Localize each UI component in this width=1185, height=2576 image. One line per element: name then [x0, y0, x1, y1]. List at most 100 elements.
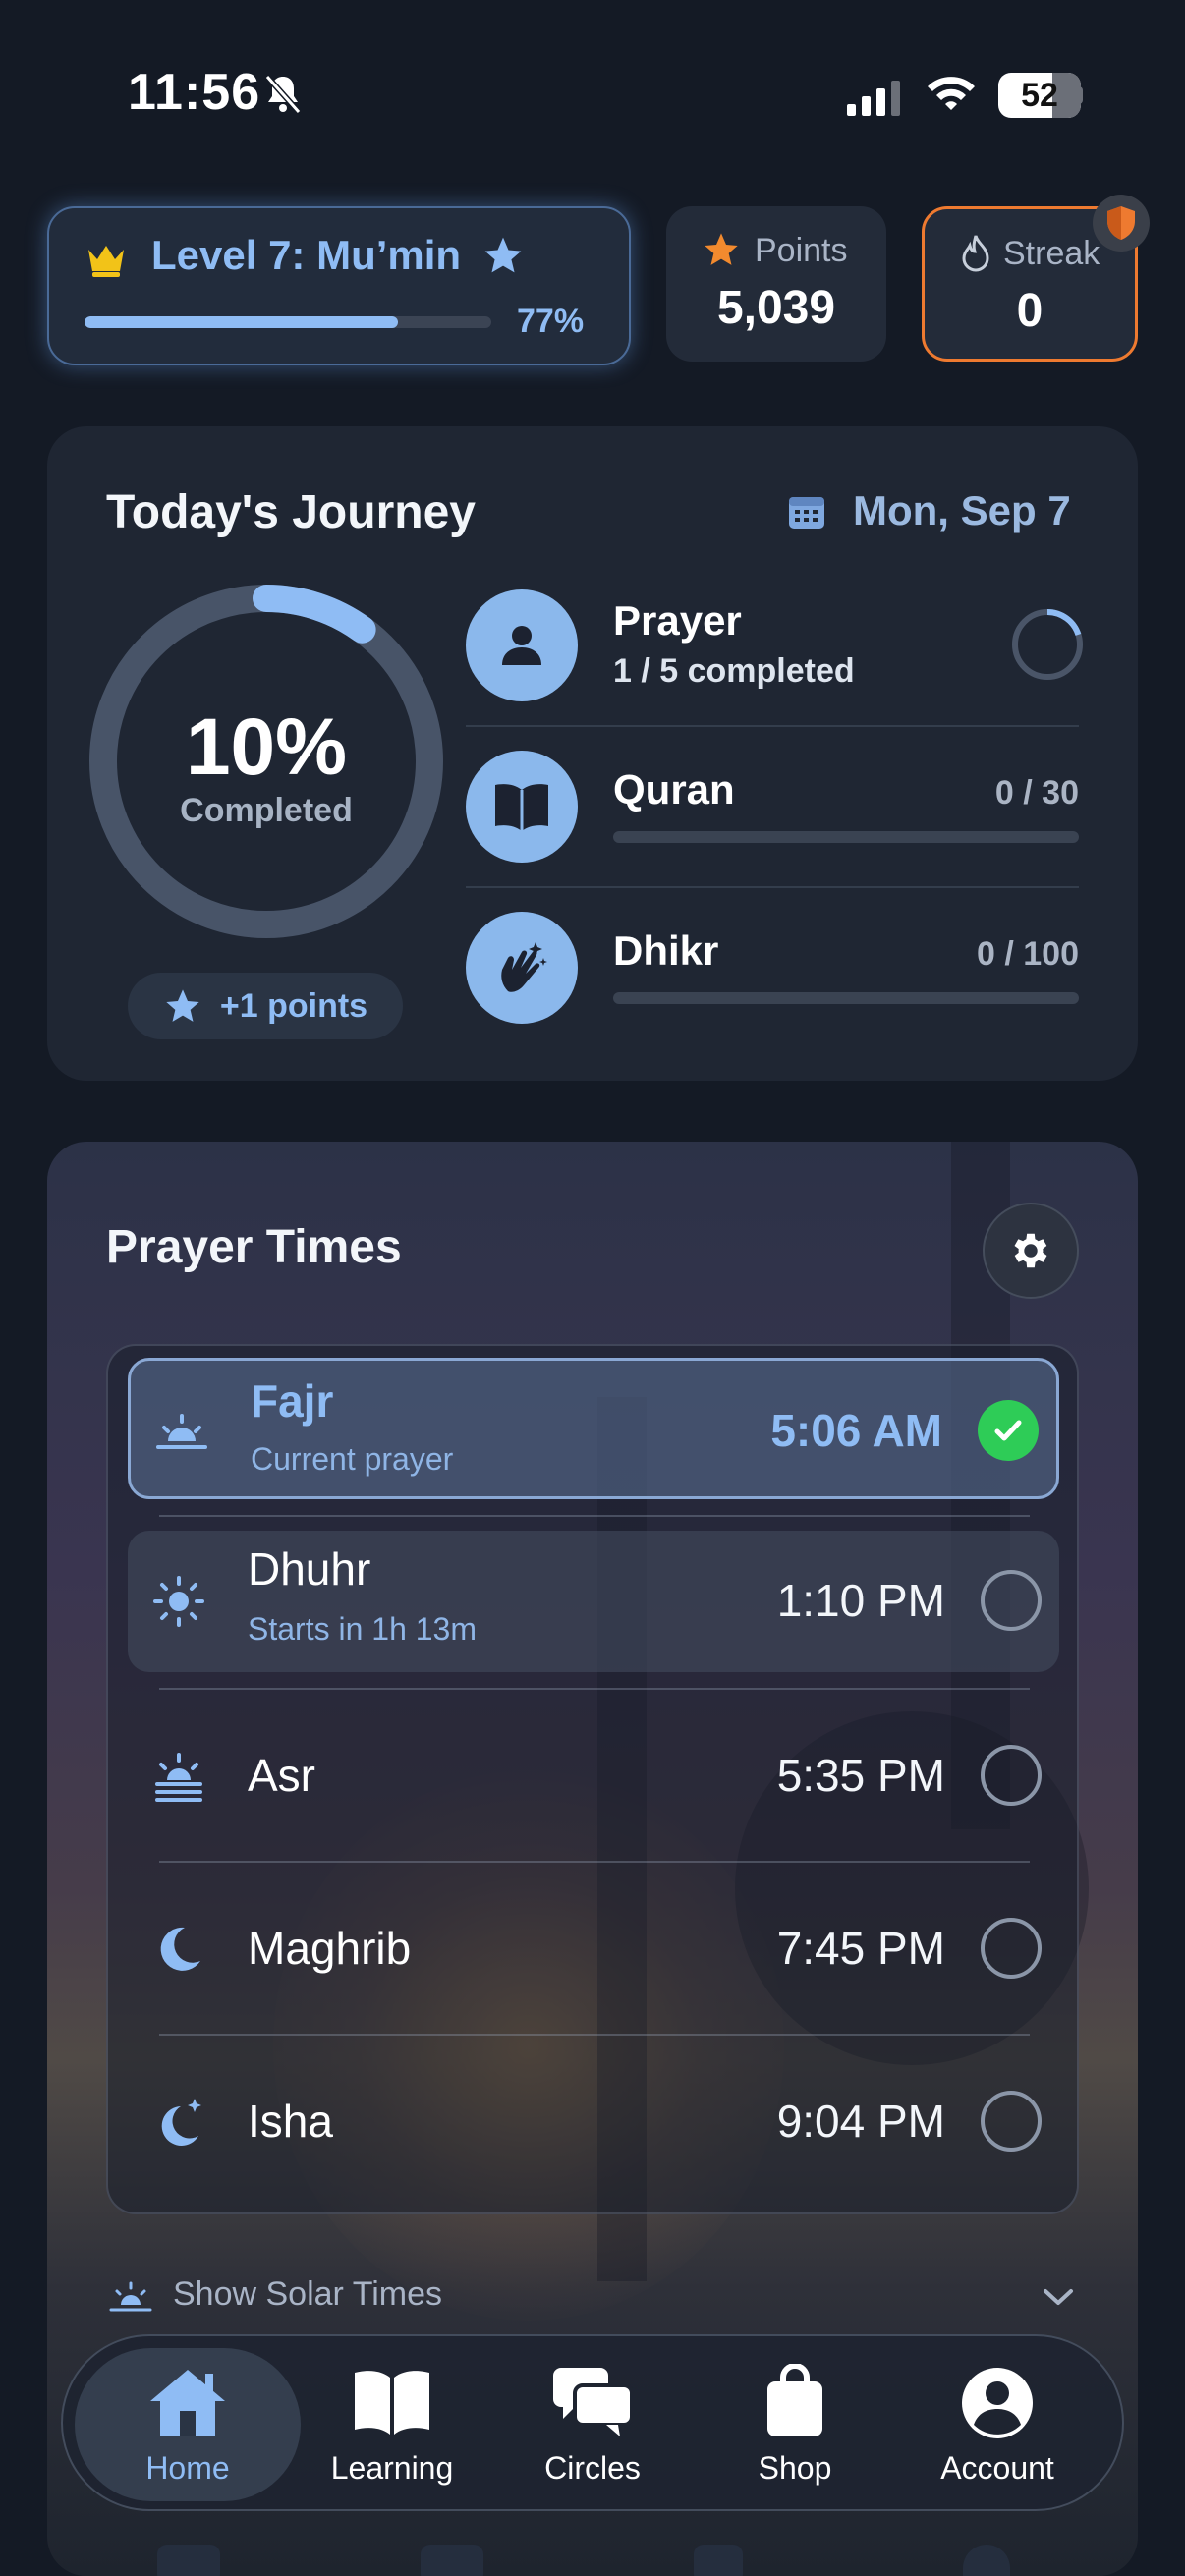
- todays-journey-card: Today's Journey Mon, Sep 7 10% Completed…: [47, 426, 1138, 1081]
- chat-bubbles-icon: [553, 2367, 634, 2436]
- prayer-row-maghrib[interactable]: Maghrib 7:45 PM: [128, 1878, 1059, 2020]
- book-icon: [355, 2370, 429, 2435]
- bell-muted-icon: [264, 75, 302, 114]
- scrolled-content-hint: [157, 2545, 220, 2576]
- prayer-name: Maghrib: [248, 1923, 412, 1974]
- scrolled-content-hint: [694, 2545, 743, 2576]
- prayer-task-icon[interactable]: [466, 589, 578, 701]
- prayer-subtitle: Starts in 1h 13m: [248, 1611, 477, 1647]
- task-divider: [466, 725, 1079, 727]
- dhikr-task-count: 0 / 100: [977, 935, 1079, 973]
- prayer-row-dhuhr[interactable]: Dhuhr Starts in 1h 13m 1:10 PM: [128, 1531, 1059, 1672]
- show-solar-times-toggle[interactable]: Show Solar Times: [173, 2275, 442, 2314]
- tab-label: Shop: [758, 2449, 832, 2486]
- prayer-time: 1:10 PM: [776, 1575, 945, 1626]
- prayer-done-checkbox[interactable]: [978, 1400, 1039, 1461]
- points-value: 5,039: [716, 282, 836, 334]
- star-icon: [484, 237, 522, 273]
- prayer-mini-progress-ring: [1012, 609, 1083, 680]
- streak-shield-badge[interactable]: [1093, 195, 1150, 252]
- home-icon: [150, 2369, 225, 2436]
- dhikr-progress-bar: [613, 992, 1079, 1004]
- person-circle-icon: [962, 2367, 1033, 2438]
- shopping-bag-icon: [767, 2363, 822, 2436]
- battery-tip: [1077, 86, 1083, 104]
- prayer-list: Fajr Current prayer 5:06 AM Dhuhr Starts…: [106, 1344, 1079, 2214]
- flame-icon: [962, 235, 989, 272]
- prayer-times-title: Prayer Times: [106, 1221, 402, 1273]
- checkmark-icon: [994, 1420, 1022, 1441]
- prayer-row-asr[interactable]: Asr 5:35 PM: [128, 1706, 1059, 1847]
- level-card[interactable]: Level 7: Mu’min 77%: [47, 206, 631, 365]
- prayer-task-name: Prayer: [613, 597, 742, 644]
- level-progress-bar: [85, 316, 491, 328]
- wifi-icon: [928, 77, 975, 110]
- quran-task-name: Quran: [613, 766, 735, 812]
- prayer-row-isha[interactable]: Isha 9:04 PM: [128, 2051, 1059, 2193]
- quran-progress-bar: [613, 831, 1079, 843]
- streak-value: 0: [1016, 285, 1044, 337]
- journey-title: Today's Journey: [106, 486, 476, 538]
- journey-percent: 10%: [185, 702, 348, 792]
- sunrise-small-icon: [109, 2281, 152, 2312]
- sun-haze-icon: [155, 1753, 202, 1802]
- quran-task-icon[interactable]: [466, 751, 578, 863]
- streak-label: Streak: [1003, 235, 1100, 272]
- prayer-name: Asr: [248, 1750, 315, 1801]
- tab-label: Learning: [330, 2449, 454, 2486]
- prayer-name: Dhuhr: [248, 1543, 371, 1595]
- level-title: Level 7: Mu’min: [151, 232, 462, 278]
- points-label: Points: [755, 232, 848, 269]
- quran-task-count: 0 / 30: [994, 774, 1079, 812]
- row-divider: [159, 1861, 1030, 1863]
- tab-learning[interactable]: Learning: [279, 2348, 505, 2501]
- points-earned-label: +1 points: [219, 986, 368, 1025]
- cell-signal-icon: [847, 79, 900, 116]
- prayer-row-fajr[interactable]: Fajr Current prayer 5:06 AM: [128, 1358, 1059, 1499]
- tab-account[interactable]: Account: [884, 2348, 1110, 2501]
- tab-label: Account: [940, 2449, 1054, 2486]
- prayer-done-checkbox[interactable]: [981, 2091, 1042, 2152]
- dhikr-task-icon[interactable]: [466, 912, 578, 1024]
- moon-icon: [160, 1927, 200, 1971]
- row-divider: [159, 2034, 1030, 2036]
- prayer-name: Fajr: [251, 1375, 334, 1427]
- person-icon: [502, 626, 541, 665]
- star-icon: [705, 233, 738, 265]
- points-card[interactable]: Points 5,039: [666, 206, 886, 362]
- level-progress-label: 77%: [517, 303, 585, 340]
- prayer-task-subtitle: 1 / 5 completed: [613, 652, 855, 690]
- shield-icon: [1107, 206, 1135, 240]
- gear-icon: [1014, 1233, 1047, 1268]
- sun-icon: [153, 1576, 204, 1627]
- prayer-done-checkbox[interactable]: [981, 1570, 1042, 1631]
- battery-level: 52: [1021, 76, 1058, 114]
- tab-label: Circles: [544, 2449, 641, 2486]
- prayer-time: 5:35 PM: [776, 1750, 945, 1801]
- points-earned-badge: +1 points: [128, 973, 403, 1039]
- calendar-icon: [789, 497, 824, 529]
- prayer-time: 9:04 PM: [776, 2096, 945, 2147]
- journey-date: Mon, Sep 7: [853, 487, 1071, 533]
- tab-home[interactable]: Home: [75, 2348, 301, 2501]
- prayer-done-checkbox[interactable]: [981, 1918, 1042, 1979]
- prayer-name: Isha: [248, 2096, 333, 2147]
- prayer-done-checkbox[interactable]: [981, 1745, 1042, 1806]
- tab-shop[interactable]: Shop: [682, 2348, 908, 2501]
- praying-hands-icon: [501, 942, 547, 992]
- status-time: 11:56: [128, 64, 261, 121]
- open-book-icon: [495, 784, 548, 831]
- tab-circles[interactable]: Circles: [480, 2348, 705, 2501]
- row-divider: [159, 1515, 1030, 1517]
- row-divider: [159, 1688, 1030, 1690]
- task-divider: [466, 886, 1079, 888]
- bottom-tab-bar: Home Learning Circles Shop Account: [61, 2334, 1124, 2511]
- sunrise-icon: [156, 1414, 207, 1449]
- battery-icon: 52: [998, 73, 1081, 118]
- prayer-subtitle: Current prayer: [251, 1441, 454, 1477]
- crown-icon: [88, 246, 124, 277]
- moon-stars-icon: [161, 2099, 201, 2146]
- journey-completed-label: Completed: [180, 792, 353, 829]
- chevron-down-icon[interactable]: [1042, 2285, 1075, 2309]
- prayer-settings-button[interactable]: [983, 1203, 1079, 1299]
